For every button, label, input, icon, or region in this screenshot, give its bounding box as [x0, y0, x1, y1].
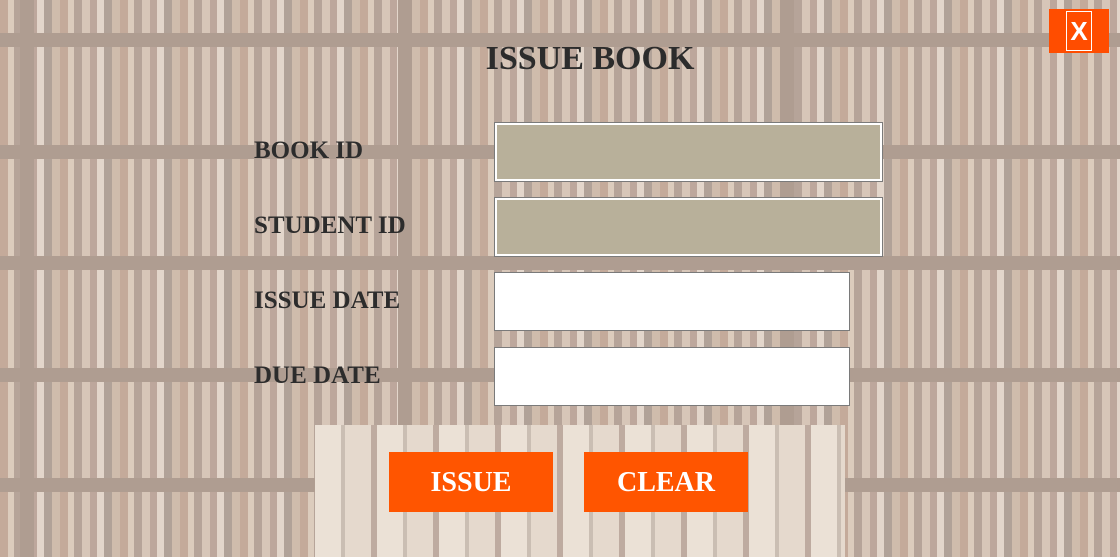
- issue-date-field[interactable]: [494, 272, 850, 331]
- issue-button[interactable]: ISSUE: [389, 452, 553, 512]
- due-date-label: DUE DATE: [254, 362, 381, 389]
- book-id-label: BOOK ID: [254, 137, 364, 164]
- student-id-label: STUDENT ID: [254, 212, 406, 239]
- student-id-field[interactable]: [494, 197, 883, 257]
- due-date-field[interactable]: [494, 347, 850, 406]
- close-button[interactable]: X: [1049, 9, 1109, 53]
- clear-button[interactable]: CLEAR: [584, 452, 748, 512]
- page-title: ISSUE BOOK: [485, 40, 695, 77]
- close-label: X: [1066, 11, 1092, 51]
- issue-date-label: ISSUE DATE: [254, 287, 401, 314]
- book-id-field[interactable]: [494, 122, 883, 182]
- issue-book-window: X ISSUE BOOK BOOK ID STUDENT ID ISSUE DA…: [0, 0, 1120, 557]
